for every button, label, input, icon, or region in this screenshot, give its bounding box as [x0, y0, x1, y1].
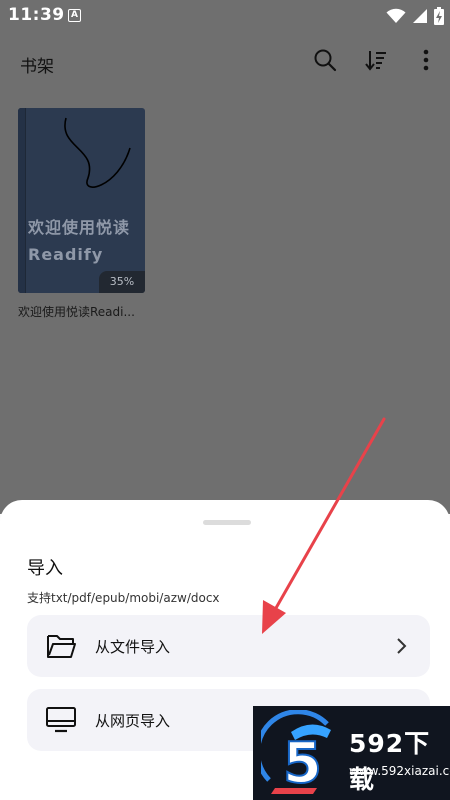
book-cover[interactable]: 欢迎使用悦读Readify 35%	[18, 108, 145, 293]
sheet-title: 导入	[27, 558, 63, 579]
status-bar: 11:39 A	[0, 0, 450, 32]
more-vertical-icon[interactable]	[412, 46, 440, 74]
watermark-name: 592下载	[349, 729, 431, 794]
monitor-icon	[46, 707, 76, 733]
battery-charging-icon	[434, 7, 444, 25]
book-card[interactable]: 欢迎使用悦读Readify 35% 欢迎使用悦读Readi...	[18, 108, 146, 320]
logo-emblem: 5	[261, 710, 331, 796]
option-label: 从文件导入	[95, 638, 171, 656]
bookshelf: 欢迎使用悦读Readify 35% 欢迎使用悦读Readi...	[0, 94, 450, 514]
search-icon[interactable]	[311, 46, 339, 74]
signal-icon	[413, 9, 427, 23]
status-time: 11:39	[8, 5, 65, 25]
page-title: 书架	[20, 57, 54, 77]
watermark-logo: 5 592下载 www.592xiazai.com	[253, 706, 450, 800]
watermark-url: www.592xiazai.com	[349, 764, 450, 778]
book-title: 欢迎使用悦读Readi...	[18, 305, 135, 319]
sheet-handle[interactable]	[203, 520, 251, 525]
logo-char: 5	[283, 731, 322, 796]
cover-swirl	[64, 117, 131, 188]
cover-text: 欢迎使用悦读Readify	[28, 218, 131, 264]
folder-icon	[47, 635, 76, 658]
notification-a-icon: A	[68, 9, 81, 22]
progress-badge: 35%	[99, 271, 145, 293]
status-icons	[386, 7, 444, 25]
import-from-file-button[interactable]: 从文件导入	[27, 615, 430, 677]
wifi-icon	[386, 8, 406, 23]
chevron-right-icon	[397, 638, 407, 654]
sheet-subtitle: 支持txt/pdf/epub/mobi/azw/docx	[27, 591, 220, 605]
sort-icon[interactable]	[362, 46, 390, 74]
option-label: 从网页导入	[95, 712, 171, 730]
app-bar: 书架	[0, 32, 450, 94]
